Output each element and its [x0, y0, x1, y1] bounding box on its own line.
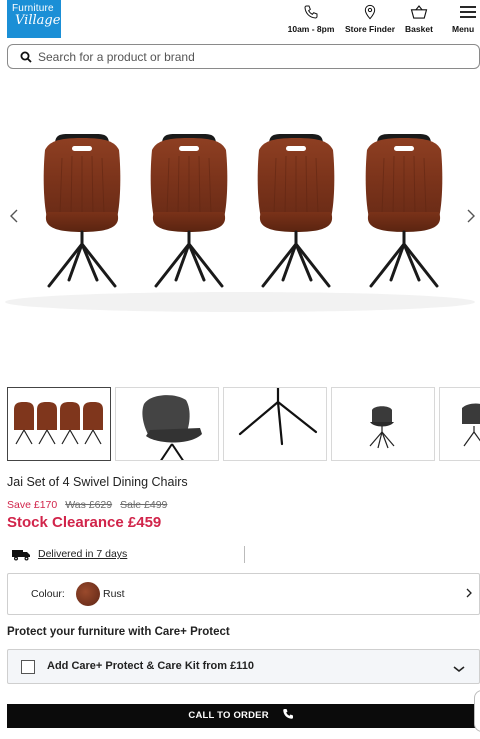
basket-button[interactable]: Basket: [402, 4, 436, 34]
thumbnail-4-image: [369, 406, 395, 449]
thumbnail-3[interactable]: [223, 387, 327, 461]
thumbnail-4[interactable]: [331, 387, 435, 461]
price-breakdown: Save £170 Was £629 Sale £499: [7, 499, 167, 511]
store-finder-button[interactable]: Store Finder: [342, 4, 398, 34]
chevron-left-icon: [10, 209, 18, 223]
basket-icon: [410, 5, 428, 19]
site-header: Furniture Village 10am - 8pm Store Finde…: [0, 0, 480, 40]
menu-label: Menu: [452, 24, 475, 34]
gallery-prev-button[interactable]: [10, 208, 18, 226]
thumbnail-1-image: [14, 402, 103, 445]
product-title: Jai Set of 4 Swivel Dining Chairs: [7, 475, 188, 489]
map-pin-icon: [364, 4, 376, 20]
call-to-order-button[interactable]: CALL TO ORDER: [7, 704, 475, 728]
search-bar[interactable]: [7, 44, 480, 69]
thumbnail-strip: [7, 387, 480, 461]
thumbnail-3-image: [238, 388, 318, 446]
product-main-image[interactable]: [0, 72, 480, 372]
basket-label: Basket: [405, 24, 433, 34]
care-protect-label: Add Care+ Protect & Care Kit from £110: [47, 660, 254, 672]
thumbnail-5[interactable]: [439, 387, 480, 461]
logo-line2: Village: [15, 13, 61, 28]
delivery-divider: [244, 546, 245, 563]
colour-selector[interactable]: Colour: Rust: [7, 573, 480, 615]
gallery-next-button[interactable]: [467, 208, 475, 226]
phone-icon: [304, 5, 318, 19]
search-icon: [20, 51, 32, 63]
chevron-right-icon: [467, 209, 475, 223]
delivery-link[interactable]: Delivered in 7 days: [38, 548, 127, 560]
call-to-order-label: CALL TO ORDER: [188, 710, 269, 721]
care-protect-heading: Protect your furniture with Care+ Protec…: [7, 626, 230, 638]
phone-hours-button[interactable]: 10am - 8pm: [284, 4, 338, 34]
sale-price: Sale £499: [120, 499, 168, 511]
chevron-right-icon: [466, 586, 472, 601]
furniture-village-logo[interactable]: Furniture Village: [7, 0, 61, 38]
chairs-photo: [0, 72, 480, 372]
clearance-price: Stock Clearance £459: [7, 514, 162, 531]
thumbnail-2-image: [142, 395, 202, 460]
thumbnail-5-image: [462, 403, 480, 447]
floating-panel-edge: [474, 690, 480, 732]
colour-label: Colour:: [31, 588, 65, 600]
phone-hours-label: 10am - 8pm: [287, 24, 335, 34]
chevron-down-icon[interactable]: [453, 660, 465, 678]
menu-button[interactable]: Menu: [452, 4, 480, 34]
phone-icon: [282, 709, 293, 720]
care-protect-checkbox[interactable]: [21, 660, 35, 674]
colour-swatch: [76, 582, 100, 606]
was-price: Was £629: [65, 499, 113, 511]
save-amount: Save £170: [7, 499, 58, 511]
colour-value: Rust: [103, 588, 125, 600]
store-finder-label: Store Finder: [344, 24, 396, 34]
delivery-truck-icon: [12, 550, 30, 561]
thumbnail-1[interactable]: [7, 387, 111, 461]
care-protect-option[interactable]: Add Care+ Protect & Care Kit from £110: [7, 649, 480, 684]
search-input[interactable]: [38, 49, 458, 65]
thumbnail-2[interactable]: [115, 387, 219, 461]
hamburger-menu-icon: [460, 6, 476, 18]
